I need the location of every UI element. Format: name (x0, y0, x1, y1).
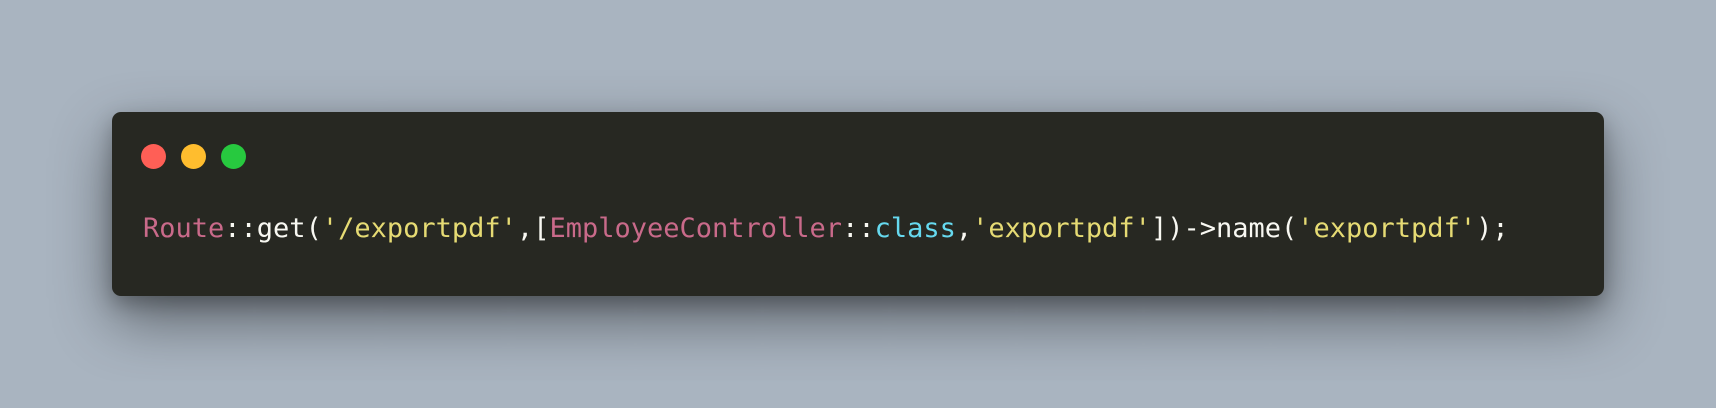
window-controls (141, 144, 246, 169)
code-token-method-get: get (256, 213, 306, 244)
code-token-scope-operator: :: (224, 213, 257, 244)
code-token-keyword-class: class (874, 213, 956, 244)
code-token-method-name: name (1215, 213, 1281, 244)
code-token-string-route-name: 'exportpdf' (1297, 213, 1477, 244)
minimize-button[interactable] (181, 144, 206, 169)
code-token-paren-open: ( (1281, 213, 1298, 244)
code-token-string-action: 'exportpdf' (972, 213, 1151, 244)
close-button[interactable] (141, 144, 166, 169)
code-token-class-controller: EmployeeController (549, 213, 843, 244)
code-token-bracket-open: [ (533, 213, 550, 244)
code-token-bracket-close-arrow: ])-> (1150, 213, 1216, 244)
code-token-string-path: '/exportpdf' (321, 213, 517, 244)
code-token-comma: , (955, 213, 973, 244)
code-token-paren-open: ( (305, 213, 322, 244)
code-token-class-route: Route (143, 213, 225, 244)
code-window: Route::get('/exportpdf',[EmployeeControl… (112, 112, 1604, 296)
code-token-line-end: ); (1476, 213, 1509, 244)
code-line: Route::get('/exportpdf',[EmployeeControl… (143, 215, 1509, 242)
code-token-comma: , (516, 213, 534, 244)
code-token-scope-operator: :: (842, 213, 875, 244)
maximize-button[interactable] (221, 144, 246, 169)
